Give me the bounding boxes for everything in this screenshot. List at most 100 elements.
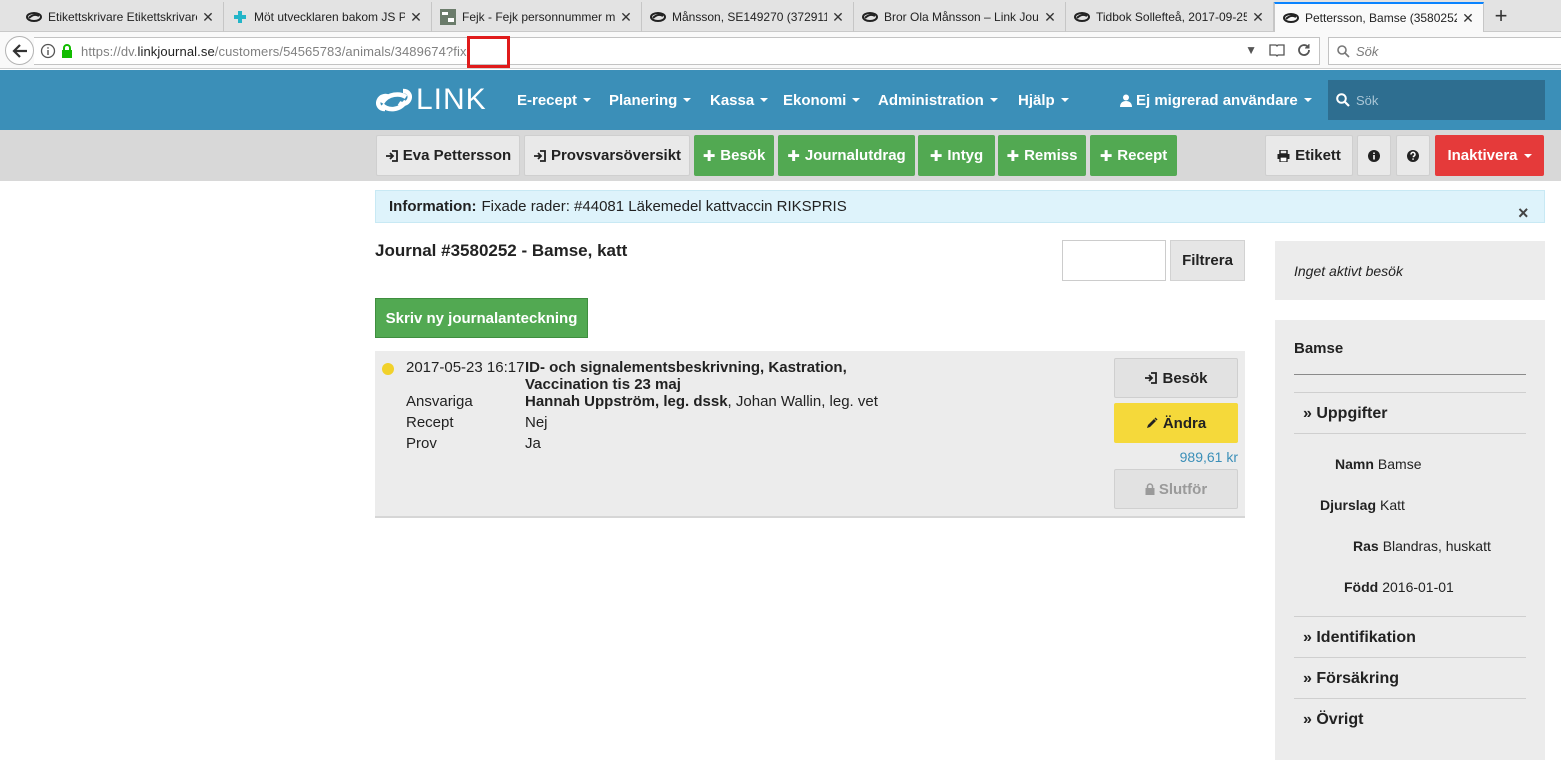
browser-search-field[interactable]: Sök bbox=[1328, 37, 1561, 65]
tab-label: Möt utvecklaren bakom JS P bbox=[254, 10, 405, 24]
browser-nav-bar: https://dv.linkjournal.se/customers/5456… bbox=[0, 32, 1561, 69]
url-domain: linkjournal.se bbox=[137, 43, 215, 59]
close-icon[interactable]: ✕ bbox=[1251, 9, 1265, 26]
lock-icon bbox=[1145, 483, 1155, 495]
link-cloud-icon bbox=[1074, 9, 1090, 25]
new-tab-button[interactable]: + bbox=[1487, 3, 1515, 31]
edit-button[interactable]: Ändra bbox=[1114, 403, 1238, 443]
animal-name: Bamse bbox=[1294, 340, 1344, 357]
link-cloud-logo-icon bbox=[376, 88, 412, 112]
user-icon bbox=[1120, 94, 1132, 107]
url-prefix: https://dv. bbox=[81, 43, 138, 59]
browser-tab[interactable]: Möt utvecklaren bakom JS P ✕ bbox=[224, 2, 432, 32]
close-icon[interactable]: ✕ bbox=[1043, 9, 1057, 26]
browser-tab[interactable]: Månsson, SE149270 (372911 ✕ bbox=[642, 2, 854, 32]
menu-hjalp[interactable]: Hjälp bbox=[1018, 70, 1069, 130]
new-journal-note-button[interactable]: Skriv ny journalanteckning bbox=[375, 298, 588, 338]
link-cloud-icon bbox=[26, 9, 42, 25]
url-highlight-box bbox=[467, 36, 510, 68]
deactivate-button[interactable]: Inaktivera bbox=[1435, 135, 1544, 176]
app-search-placeholder: Sök bbox=[1356, 92, 1379, 108]
menu-label: E-recept bbox=[517, 91, 578, 109]
section-insurance-toggle[interactable]: » Försäkring bbox=[1303, 670, 1399, 688]
close-icon[interactable]: × bbox=[1518, 204, 1529, 222]
sign-in-icon bbox=[1144, 372, 1158, 384]
add-prescription-button[interactable]: ✚ Recept bbox=[1090, 135, 1177, 176]
reload-icon[interactable] bbox=[1297, 43, 1311, 57]
caret-down-icon bbox=[1060, 98, 1069, 102]
divider bbox=[1294, 616, 1526, 617]
menu-label: Ekonomi bbox=[783, 91, 847, 109]
responsible-primary: Hannah Uppström, leg. dssk bbox=[525, 393, 728, 410]
samples-overview-button[interactable]: Provsvarsöversikt bbox=[524, 135, 690, 176]
responsible-label: Ansvariga bbox=[406, 393, 473, 410]
born-row: Född 2016-01-01 bbox=[1344, 579, 1454, 595]
user-name: Ej migrerad användare bbox=[1136, 91, 1298, 109]
menu-administration[interactable]: Administration bbox=[878, 70, 998, 130]
help-button[interactable] bbox=[1396, 135, 1430, 176]
search-icon bbox=[1336, 93, 1350, 107]
close-icon[interactable]: ✕ bbox=[619, 9, 633, 26]
close-icon[interactable]: ✕ bbox=[409, 9, 423, 26]
add-certificate-button[interactable]: ✚ Intyg bbox=[918, 135, 995, 176]
name-label: Namn bbox=[1335, 456, 1374, 472]
born-label: Född bbox=[1344, 579, 1379, 595]
search-icon bbox=[1337, 44, 1350, 58]
user-menu[interactable]: Ej migrerad användare bbox=[1120, 70, 1312, 130]
name-row: Namn Bamse bbox=[1335, 456, 1421, 472]
entry-visit-button[interactable]: Besök bbox=[1114, 358, 1238, 398]
menu-kassa[interactable]: Kassa bbox=[710, 70, 769, 130]
puzzle-icon bbox=[232, 9, 248, 25]
reader-view-icon[interactable] bbox=[1269, 43, 1285, 57]
url-bar[interactable]: https://dv.linkjournal.se/customers/5456… bbox=[34, 37, 1320, 65]
filter-input[interactable] bbox=[1062, 240, 1166, 281]
divider bbox=[1294, 392, 1526, 393]
finish-button[interactable]: Slutför bbox=[1114, 469, 1238, 509]
caret-down-icon bbox=[583, 98, 592, 102]
menu-planering[interactable]: Planering bbox=[609, 70, 692, 130]
add-visit-button[interactable]: ✚ Besök bbox=[694, 135, 774, 176]
question-icon bbox=[1407, 149, 1419, 162]
entry-price[interactable]: 989,61 kr bbox=[1114, 449, 1238, 465]
tab-label: Pettersson, Bamse (3580252) bbox=[1305, 11, 1457, 25]
section-other-toggle[interactable]: » Övrigt bbox=[1303, 711, 1363, 729]
link-cloud-icon bbox=[1283, 10, 1299, 26]
menu-e-recept[interactable]: E-recept bbox=[517, 70, 592, 130]
browser-tab[interactable]: Tidbok Sollefteå, 2017-09-25 ✕ bbox=[1066, 2, 1274, 32]
owner-button[interactable]: Eva Pettersson bbox=[376, 135, 520, 176]
filter-button[interactable]: Filtrera bbox=[1170, 240, 1245, 281]
add-journal-extract-button[interactable]: ✚ Journalutdrag bbox=[778, 135, 915, 176]
divider bbox=[1294, 698, 1526, 699]
back-button[interactable] bbox=[5, 36, 34, 65]
print-label-button[interactable]: Etikett bbox=[1265, 135, 1353, 176]
entry-visit-label: Besök bbox=[1162, 369, 1208, 387]
divider bbox=[1294, 433, 1526, 434]
browser-tab-active[interactable]: Pettersson, Bamse (3580252) ✕ bbox=[1274, 2, 1484, 33]
logo-text: LINK bbox=[416, 83, 487, 116]
deactivate-label: Inaktivera bbox=[1447, 147, 1518, 164]
browser-tab[interactable]: Etikettskrivare Etikettskrivare ✕ bbox=[18, 2, 224, 32]
browser-tab[interactable]: Bror Ola Månsson – Link Jou ✕ bbox=[854, 2, 1066, 32]
finish-label: Slutför bbox=[1158, 480, 1208, 498]
caret-down-icon bbox=[852, 98, 861, 102]
section-identification-toggle[interactable]: » Identifikation bbox=[1303, 629, 1416, 647]
info-circle-icon[interactable] bbox=[40, 43, 56, 59]
search-placeholder: Sök bbox=[1356, 43, 1379, 59]
entry-title[interactable]: ID- och signalementsbeskrivning, Kastrat… bbox=[525, 359, 885, 393]
link-logo[interactable]: LINK bbox=[376, 83, 487, 117]
browser-tab[interactable]: Fejk - Fejk personnummer m ✕ bbox=[432, 2, 642, 32]
close-icon[interactable]: ✕ bbox=[831, 9, 845, 26]
lock-icon bbox=[62, 44, 72, 58]
close-icon[interactable]: ✕ bbox=[201, 9, 215, 26]
menu-ekonomi[interactable]: Ekonomi bbox=[783, 70, 861, 130]
add-referral-button[interactable]: ✚ Remiss bbox=[998, 135, 1086, 176]
dropdown-arrow-icon[interactable]: ▼ bbox=[1245, 43, 1257, 57]
plus-icon: ✚ bbox=[702, 147, 716, 165]
info-button[interactable] bbox=[1357, 135, 1391, 176]
breed-row: Ras Blandras, huskatt bbox=[1353, 538, 1491, 554]
section-details-toggle[interactable]: » Uppgifter bbox=[1303, 405, 1387, 423]
app-search-input[interactable]: Sök bbox=[1328, 80, 1545, 120]
close-icon[interactable]: ✕ bbox=[1461, 10, 1475, 27]
add-prescription-label: Recept bbox=[1117, 147, 1168, 164]
link-cloud-icon bbox=[862, 9, 878, 25]
